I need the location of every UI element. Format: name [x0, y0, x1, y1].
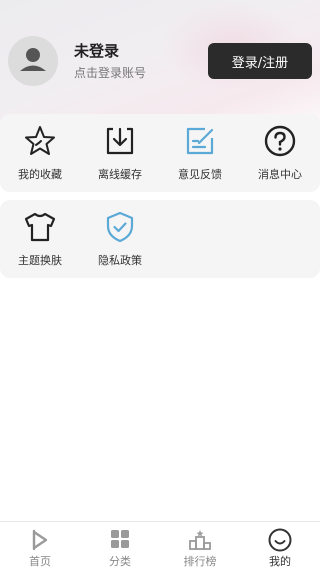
menu-item-message-center[interactable]: 消息中心 — [240, 114, 320, 192]
profile-section[interactable]: 未登录 点击登录账号 登录/注册 — [8, 36, 312, 88]
tab-label: 分类 — [109, 555, 131, 568]
menu-card-secondary: 主题换肤 隐私政策 — [0, 200, 320, 278]
menu-item-feedback[interactable]: 意见反馈 — [160, 114, 240, 192]
menu-item-offline-cache[interactable]: 离线缓存 — [80, 114, 160, 192]
menu-item-label: 消息中心 — [258, 168, 302, 181]
menu-item-theme-skin[interactable]: 主题换肤 — [0, 200, 80, 278]
avatar[interactable] — [8, 36, 58, 86]
tab-ranking[interactable]: 排行榜 — [160, 522, 240, 569]
star-icon — [25, 126, 55, 155]
download-icon — [106, 127, 134, 155]
shield-check-icon — [106, 211, 134, 243]
menu-item-label: 主题换肤 — [18, 254, 62, 267]
grid-icon — [111, 530, 129, 548]
menu-card-primary: 我的收藏 离线缓存 意见反馈 消息中心 — [0, 114, 320, 192]
tab-home[interactable]: 首页 — [0, 522, 80, 569]
user-avatar-icon — [20, 48, 46, 71]
tab-label: 我的 — [269, 555, 291, 568]
smile-icon — [268, 528, 292, 552]
menu-item-label: 隐私政策 — [98, 254, 142, 267]
menu-item-privacy-policy[interactable]: 隐私政策 — [80, 200, 160, 278]
menu-item-label: 离线缓存 — [98, 168, 142, 181]
play-home-icon — [32, 529, 48, 551]
podium-icon — [189, 530, 211, 550]
menu-item-favorites[interactable]: 我的收藏 — [0, 114, 80, 192]
feedback-edit-icon — [186, 127, 214, 155]
bottom-tab-bar: 首页 分类 排行榜 我的 — [0, 521, 320, 569]
tshirt-icon — [24, 212, 56, 242]
menu-item-label: 意见反馈 — [178, 168, 222, 181]
login-hint[interactable]: 点击登录账号 — [74, 64, 146, 81]
tab-label: 排行榜 — [183, 555, 217, 568]
login-register-button[interactable]: 登录/注册 — [208, 43, 312, 79]
tab-mine[interactable]: 我的 — [240, 522, 320, 569]
question-icon — [264, 125, 296, 157]
tab-label: 首页 — [29, 555, 51, 568]
user-name: 未登录 — [74, 42, 120, 60]
tab-category[interactable]: 分类 — [80, 522, 160, 569]
menu-item-label: 我的收藏 — [18, 168, 62, 181]
